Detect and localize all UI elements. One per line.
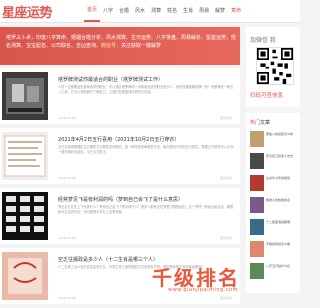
- hot-article-item[interactable]: 手相感情线怎么看: [250, 241, 298, 261]
- qr-code-icon: [257, 48, 293, 84]
- hot-article-thumb[interactable]: [250, 263, 264, 279]
- article-date: 2026-07-08: [58, 116, 76, 120]
- article-card[interactable]: 2021年4月2日五行喜用（2021年10月2日五行穿衣） 五行喜用是根据出生日…: [0, 128, 240, 184]
- promo-banner[interactable]: 塔罗占卜术，印度八字算命、婚姻合婚分析、风水测算、生日运势、八字排盘、周易解卦、…: [0, 27, 240, 65]
- nav-shengxiao[interactable]: 生肖: [180, 0, 196, 22]
- hot-articles-heading: 热门文章: [250, 119, 270, 126]
- hot-article-item[interactable]: 梦见自己的家人去世: [250, 153, 298, 173]
- article-thumbnail[interactable]: [2, 192, 48, 240]
- article-title[interactable]: 空乏往摄政是多少人（十二生肖是哪三个人）: [58, 256, 158, 263]
- hot-article-thumb[interactable]: [250, 153, 264, 169]
- nav-jiemeng[interactable]: 解梦: [212, 0, 228, 22]
- nav-bazi[interactable]: 八字: [100, 0, 116, 22]
- banner-highlight: 微信号：: [101, 43, 122, 49]
- banner-text: 塔罗占卜术，印度八字算命、婚姻合婚分析、风水测算、生日运势、八字排盘、周易解卦、…: [6, 34, 236, 50]
- top-navbar: 星座运势 首页 八字 合婚 风水 测算 姓名 生肖 周易 解梦 算命: [0, 0, 300, 23]
- hot-article-title[interactable]: 梦见自己的家人去世: [266, 154, 300, 159]
- site-logo[interactable]: 星座运势: [2, 2, 53, 21]
- article-thumbnail[interactable]: [2, 132, 48, 180]
- article-date: 2026-07-08: [58, 236, 76, 240]
- article-summary: 五行喜用是根据出生日期的五行属性来判断的，是一种传统的命理学方法，每天都有不同的…: [58, 145, 234, 154]
- article-summary: 梦见自己在天上飞代表什么？梦到自己会飞了预示着什么？很多人都有过在梦里飞翔的经历…: [58, 205, 234, 214]
- nav-cesuan[interactable]: 测算: [148, 0, 164, 22]
- read-more-link[interactable]: 阅读全文: [220, 296, 232, 300]
- qr-code-image: [256, 47, 294, 85]
- article-date: 2026-07-08: [58, 176, 76, 180]
- nav-fengshui[interactable]: 风水: [132, 0, 148, 22]
- article-title[interactable]: 2021年4月2日五行喜用（2021年10月2日五行穿衣）: [58, 136, 179, 143]
- hot-article-thumb[interactable]: [250, 197, 264, 213]
- watermark-url: www.qianjipaiming.com: [168, 287, 238, 293]
- article-title[interactable]: 塔罗牌测试你最适合的职业（塔罗牌测试工作）: [58, 76, 163, 83]
- hot-label: 热门: [250, 120, 261, 126]
- article-date: 2026-07-08: [58, 296, 76, 300]
- nav-suanming[interactable]: 算命: [228, 0, 244, 22]
- nav-home[interactable]: 首页: [84, 0, 101, 22]
- hot-articles-panel: 热门文章 属兔人的运势怎么样 梦见自己的家人去世 生肖牛今年的财运 属狗人的性格…: [246, 113, 300, 293]
- hot-article-title[interactable]: 十二星座谁最聪明: [266, 220, 300, 225]
- article-card[interactable]: 经常梦见飞是有利润的吗（梦到自己会飞了是什么意思） 梦见自己在天上飞代表什么？梦…: [0, 188, 240, 244]
- hot-article-thumb[interactable]: [250, 241, 264, 257]
- hot-article-title[interactable]: 生肖牛今年的财运: [266, 176, 300, 181]
- banner-tail: 关注获取一键解梦: [121, 43, 162, 49]
- article-thumbnail[interactable]: [2, 252, 48, 300]
- nav-xingming[interactable]: 姓名: [164, 0, 180, 22]
- hot-article-title[interactable]: 属狗人的性格特点: [266, 198, 300, 203]
- hot-article-thumb[interactable]: [250, 175, 264, 191]
- article-summary: 人的一生都要经历各种各样的职业，可以通过塔罗牌测一测你最适合的职业是什么，你的性…: [58, 85, 234, 94]
- hot-article-thumb[interactable]: [250, 219, 264, 235]
- nav-zhouyi[interactable]: 周易: [196, 0, 212, 22]
- hot-article-item[interactable]: 十二星座谁最聪明: [250, 219, 298, 239]
- hot-article-title[interactable]: 手相感情线怎么看: [266, 242, 300, 247]
- hot-article-item[interactable]: 八字五行缺什么好: [250, 263, 298, 283]
- hot-article-item[interactable]: 属兔人的运势怎么样: [250, 131, 298, 151]
- read-more-link[interactable]: 阅读全文: [220, 116, 232, 120]
- wechat-qr-panel: 加微信 我 扫码可查信息: [246, 27, 300, 107]
- article-title[interactable]: 经常梦见飞是有利润的吗（梦到自己会飞了是什么意思）: [58, 196, 183, 203]
- hot-article-item[interactable]: 生肖牛今年的财运: [250, 175, 298, 195]
- read-more-link[interactable]: 阅读全文: [220, 236, 232, 240]
- qr-cta-text: 扫码可查信息: [250, 93, 284, 99]
- hot-article-thumb[interactable]: [250, 131, 264, 147]
- article-thumbnail[interactable]: [2, 72, 48, 120]
- nav-hehun[interactable]: 合婚: [116, 0, 132, 22]
- read-more-link[interactable]: 阅读全文: [220, 176, 232, 180]
- hot-article-item[interactable]: 属狗人的性格特点: [250, 197, 298, 217]
- main-nav: 首页 八字 合婚 风水 测算 姓名 生肖 周易 解梦 算命: [84, 0, 244, 22]
- hot-title: 文章: [260, 120, 271, 126]
- hot-article-title[interactable]: 属兔人的运势怎么样: [266, 132, 300, 137]
- article-card[interactable]: 塔罗牌测试你最适合的职业（塔罗牌测试工作） 人的一生都要经历各种各样的职业，可以…: [0, 68, 240, 124]
- sidebar: 加微信 我 扫码可查信息 热门文章 属兔人的运势怎么样 梦见自己的家人去世 生肖…: [246, 27, 300, 293]
- hot-article-title[interactable]: 八字五行缺什么好: [266, 264, 300, 269]
- qr-title: 加微信 我: [250, 37, 276, 44]
